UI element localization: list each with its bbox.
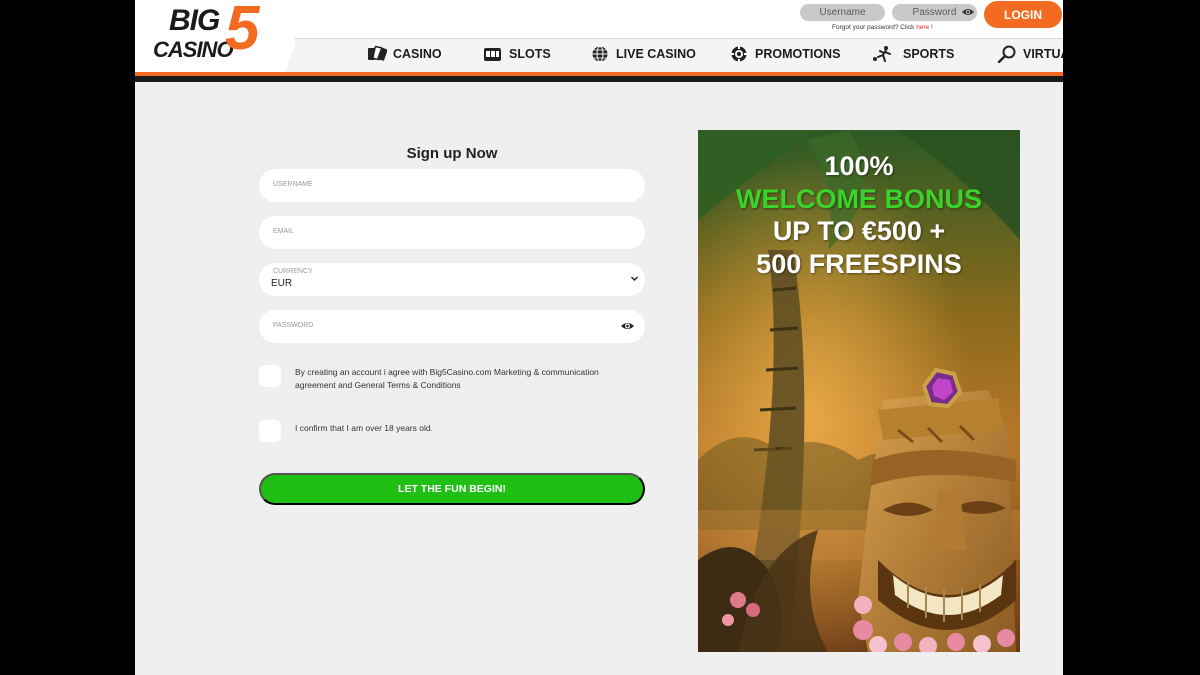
nav-item-promotions[interactable]: PROMOTIONS [729,44,840,64]
forgot-password-label: Forgot your password? Click [832,24,915,31]
banner-headline: 100% WELCOME BONUS UP TO €500 + 500 FREE… [698,150,1020,280]
email-field[interactable]: EMAIL [259,216,645,249]
logo-big-text: BIG [169,4,220,37]
nav-label-virtual: VIRTUA [1023,47,1063,61]
header-username-input[interactable] [800,4,885,21]
terms-checkbox[interactable] [259,365,281,387]
welcome-bonus-banner[interactable]: 100% WELCOME BONUS UP TO €500 + 500 FREE… [698,130,1020,652]
terms-text-line1: By creating an account i agree with Big5… [295,367,599,377]
nav-label-promotions: PROMOTIONS [755,47,841,61]
header-dark-stripe [135,76,1063,82]
big5-casino-logo[interactable]: BIG CASINO 5 [153,0,283,66]
banner-line-amount: UP TO €500 + [772,216,946,246]
forgot-password-text: Forgot your password? Click here ! [832,24,933,31]
email-placeholder: EMAIL [273,228,295,235]
nav-label-slots: SLOTS [509,47,551,61]
nav-item-virtual[interactable]: VIRTUA [997,44,1063,64]
currency-value: EUR [271,278,293,289]
forgot-password-link[interactable]: here [916,24,929,31]
username-field[interactable]: USERNAME [259,169,645,202]
chevron-down-icon [631,276,638,281]
nav-label-live-casino: LIVE CASINO [616,47,696,61]
banner-line-percent: 100% [824,151,894,181]
logo-casino-text: CASINO [153,37,234,62]
terms-text: By creating an account i agree with Big5… [295,366,625,392]
globe-icon [592,46,608,62]
gift-chip-icon [731,46,747,62]
cards-icon [368,45,387,61]
password-field[interactable]: PASSWORD [259,310,645,343]
show-password-eye-icon[interactable] [961,6,975,18]
nav-item-casino[interactable]: CASINO [367,44,442,64]
banner-line-welcome-bonus: WELCOME BONUS [736,183,982,214]
age-text: I confirm that I am over 18 years old. [295,423,433,433]
terms-text-line2: agreement and General Terms & Conditions [295,380,461,390]
currency-select[interactable]: CURRENCY EUR [259,263,645,296]
signup-submit-button[interactable]: LET THE FUN BEGIN! [259,473,645,505]
page-frame: BIG CASINO 5 CASINO SLOTS LIVE CASINO PR… [135,0,1063,675]
forgot-password-suffix: ! [931,24,933,31]
logo-five-text: 5 [225,0,260,63]
slot-machine-icon [484,48,501,61]
soccer-player-icon [873,46,891,62]
signup-title: Sign up Now [406,145,498,162]
nav-item-live-casino[interactable]: LIVE CASINO [590,44,696,64]
nav-item-sports[interactable]: SPORTS [871,44,954,64]
login-button[interactable]: LOGIN [984,1,1062,28]
currency-label: CURRENCY [273,268,313,275]
banner-line-freespins: 500 FREESPINS [756,248,962,279]
username-placeholder: USERNAME [273,181,313,188]
tiki-head [858,367,1016,652]
nav-label-sports: SPORTS [903,47,955,61]
age-checkbox[interactable] [259,420,281,442]
site-header: BIG CASINO 5 CASINO SLOTS LIVE CASINO PR… [135,0,1063,82]
nav-label-casino: CASINO [393,47,442,61]
password-placeholder: PASSWORD [273,322,314,329]
racket-icon [997,45,1016,63]
nav-item-slots[interactable]: SLOTS [483,44,551,64]
eye-icon[interactable] [620,320,635,332]
